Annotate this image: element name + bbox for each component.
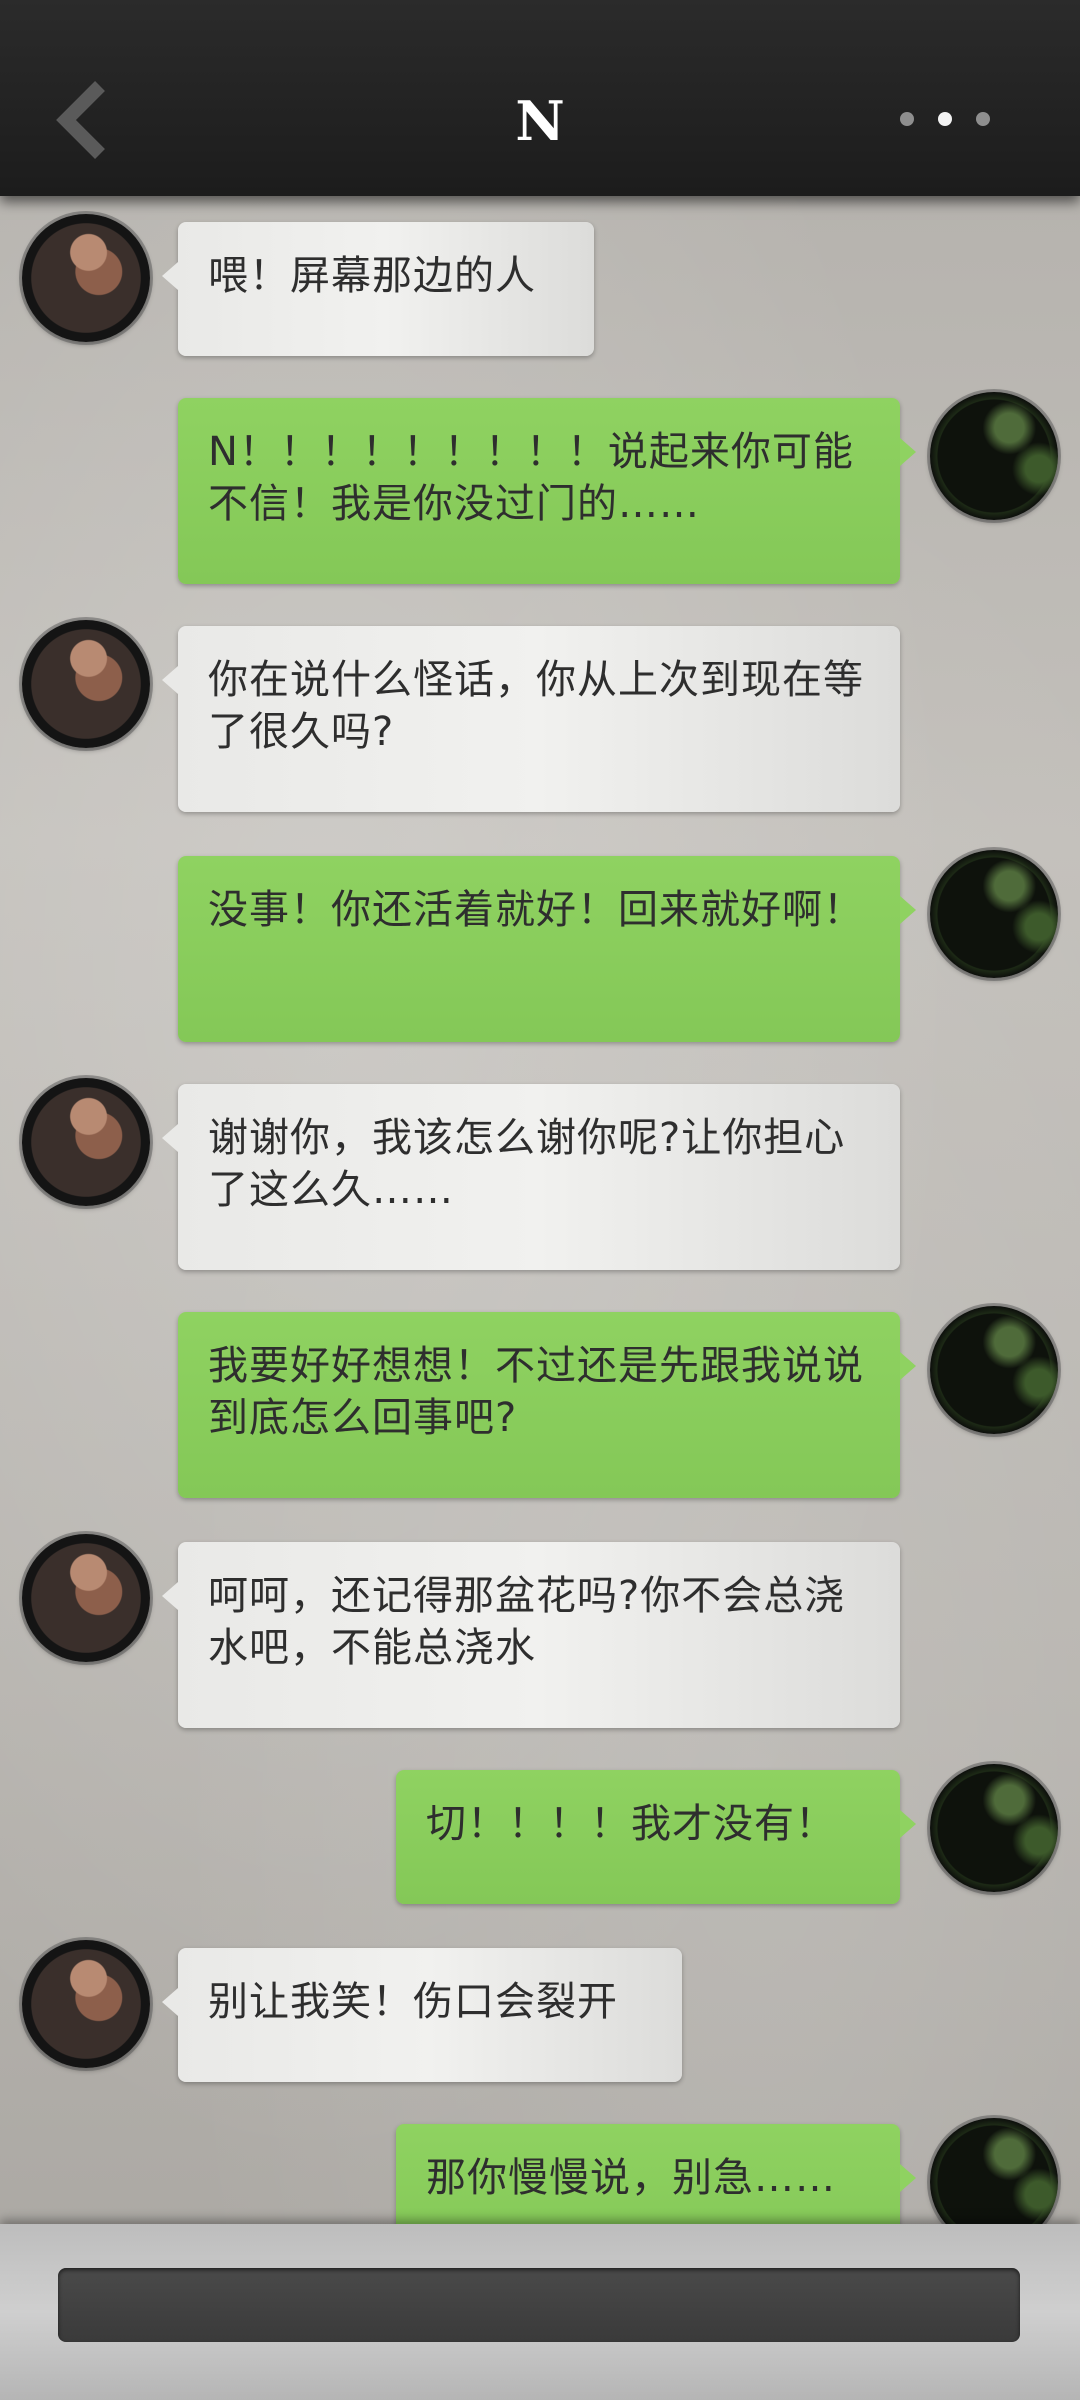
message-text: 我要好好想想！不过还是先跟我说说到底怎么回事吧? <box>208 1343 864 1441</box>
input-footer <box>0 2224 1080 2400</box>
incoming-message-bubble[interactable]: 你在说什么怪话，你从上次到现在等了很久吗? <box>162 626 900 812</box>
outgoing-message-bubble[interactable]: 切！！！！我才没有！ <box>396 1770 916 1904</box>
contact-avatar[interactable] <box>22 1940 150 2068</box>
user-avatar[interactable] <box>930 1306 1058 1434</box>
outgoing-message-bubble[interactable]: 我要好好想想！不过还是先跟我说说到底怎么回事吧? <box>178 1312 916 1498</box>
incoming-message-bubble[interactable]: 谢谢你，我该怎么谢你呢?让你担心了这么久…… <box>162 1084 900 1270</box>
more-dots-icon <box>938 112 952 126</box>
message-text: 谢谢你，我该怎么谢你呢?让你担心了这么久…… <box>208 1115 846 1213</box>
message-text: 你在说什么怪话，你从上次到现在等了很久吗? <box>208 657 864 755</box>
message-input[interactable] <box>58 2268 1020 2342</box>
more-dots-icon <box>900 112 914 126</box>
outgoing-message-bubble[interactable]: N！！！！！！！！！说起来你可能不信！我是你没过门的…… <box>178 398 916 584</box>
contact-avatar[interactable] <box>22 214 150 342</box>
message-text: 喂！屏幕那边的人 <box>208 253 536 299</box>
message-text: 切！！！！我才没有！ <box>426 1801 836 1847</box>
message-text: 没事！你还活着就好！回来就好啊！ <box>208 887 864 933</box>
message-text: 那你慢慢说，别急…… <box>426 2155 836 2201</box>
message-text: N！！！！！！！！！说起来你可能不信！我是你没过门的…… <box>208 429 854 527</box>
incoming-message-bubble[interactable]: 呵呵，还记得那盆花吗?你不会总浇水吧，不能总浇水 <box>162 1542 900 1728</box>
contact-avatar[interactable] <box>22 1078 150 1206</box>
contact-avatar[interactable] <box>22 1534 150 1662</box>
user-avatar[interactable] <box>930 1764 1058 1892</box>
contact-avatar[interactable] <box>22 620 150 748</box>
outgoing-message-bubble[interactable]: 没事！你还活着就好！回来就好啊！ <box>178 856 916 1042</box>
chat-header: N <box>0 0 1080 196</box>
message-text: 别让我笑！伤口会裂开 <box>208 1979 618 2025</box>
message-text: 呵呵，还记得那盆花吗?你不会总浇水吧，不能总浇水 <box>208 1573 846 1671</box>
incoming-message-bubble[interactable]: 喂！屏幕那边的人 <box>162 222 594 356</box>
user-avatar[interactable] <box>930 850 1058 978</box>
more-dots-icon <box>976 112 990 126</box>
user-avatar[interactable] <box>930 392 1058 520</box>
more-options-button[interactable] <box>900 108 990 132</box>
incoming-message-bubble[interactable]: 别让我笑！伤口会裂开 <box>162 1948 682 2082</box>
